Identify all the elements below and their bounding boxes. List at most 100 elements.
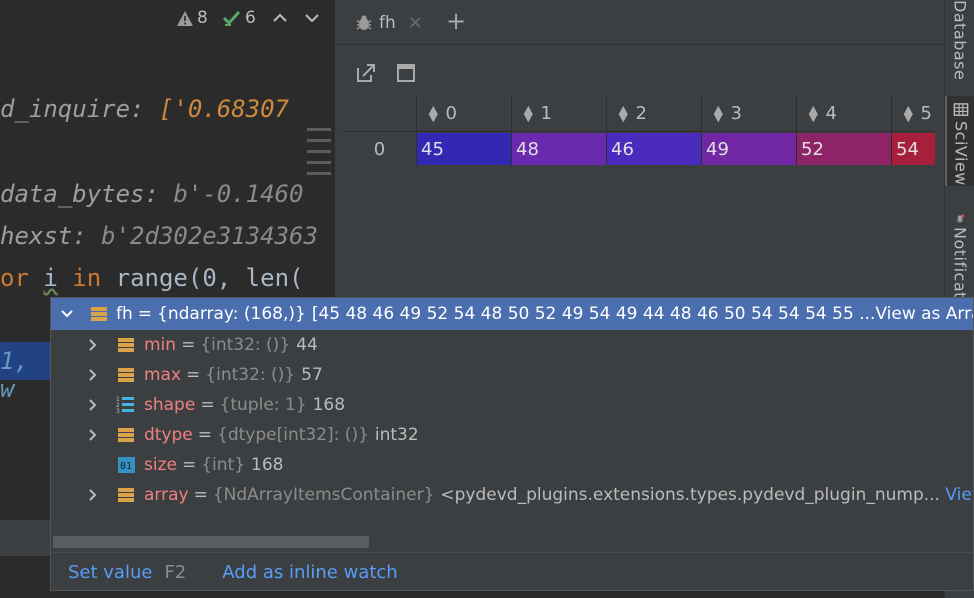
view-as-array-link[interactable]: View as Array [875,304,973,324]
open-in-editor-icon[interactable] [355,62,377,84]
view-link[interactable]: View [945,485,973,505]
check-icon [222,10,241,26]
expand-down-icon[interactable] [61,308,73,320]
column-header[interactable]: ▲ ▼ 5 [892,96,935,132]
code-bytes: b'2d302e3134363 [101,222,318,250]
equals-sign: = [137,304,153,324]
array-grid: ▲ ▼ 0 ▲ ▼ 1 ▲ ▼ 2 ▲ ▼ 3 ▲ ▼ 4 ▲ ▼ 5 0 45 48 46 49 52… [343,96,935,165]
code-variable: i [43,264,58,292]
set-value-link[interactable]: Set value [68,562,152,583]
variable-row-min[interactable]: min = {int32: ()} 44 [51,330,973,360]
next-highlight-icon[interactable] [304,11,320,25]
expand-right-icon[interactable] [87,369,99,381]
sciview-data-pane: fh × + ▲ ▼ 0 ▲ ▼ 1 ▲ ▼ 2 ▲ ▼ 3 ▲ ▼ 4 ▲ ▼ 5 0 45 48 4… [334,0,945,300]
variable-value: 57 [301,365,323,385]
equals-sign: = [193,485,208,505]
variable-value-popup: fh = {ndarray: (168,)} [45 48 46 49 52 54 4… [50,297,974,591]
add-tab-button[interactable]: + [446,9,466,33]
array-icon [118,428,134,442]
code-text: data_bytes: [0,180,159,208]
variable-row-dtype[interactable]: dtype = {dtype[int32]: ()} int32 [51,420,973,450]
window-layout-icon[interactable] [395,62,417,84]
warnings-indicator[interactable]: 8 [176,8,208,28]
data-toolbar [355,62,417,88]
sort-icon: ▲ ▼ [428,102,438,124]
code-line: data_bytes: b'-0.1460 [0,180,303,208]
variable-text: array = {NdArrayItemsContainer} <pydevd_plu… [144,485,973,505]
close-tab-icon[interactable]: × [408,12,423,33]
popup-footer: Set value F2 Add as inline watch [51,552,973,590]
code-keyword: in [72,264,102,292]
column-label: 1 [540,103,552,124]
column-header[interactable]: ▲ ▼ 1 [512,96,607,132]
table-icon [953,103,969,116]
column-header[interactable]: ▲ ▼ 4 [797,96,892,132]
variable-text: dtype = {dtype[int32]: ()} int32 [144,425,419,445]
debug-bug-icon [356,15,372,30]
variable-row-size[interactable]: 01 size = {int} 168 [51,450,973,480]
editor-bottom-strip [0,520,50,556]
warning-icon [177,10,193,26]
equals-sign: = [181,455,197,475]
expand-right-icon[interactable] [87,399,99,411]
grid-row: 0 45 48 46 49 52 54 [343,133,935,165]
grid-cell[interactable]: 48 [512,133,607,165]
variable-name: shape [144,395,196,415]
inspection-widget[interactable]: 8 6 [0,0,334,38]
variable-type: {ndarray: (168,)} [157,304,306,324]
column-label: 4 [825,103,837,124]
weak-warnings-indicator[interactable]: 6 [222,8,256,28]
code-keyword: or [0,264,29,292]
variable-row-array[interactable]: array = {NdArrayItemsContainer} <pydevd_plu… [51,480,973,510]
column-label: 3 [730,103,742,124]
expand-right-icon[interactable] [87,339,99,351]
tool-tab-label: Database [950,0,970,81]
tool-tab-label: SciView [951,121,971,186]
variable-type: {int32: ()} [200,335,291,355]
tool-tab-sciview[interactable]: SciView [945,96,974,186]
variable-type: {NdArrayItemsContainer} [212,485,435,505]
grid-cell[interactable]: 54 [892,133,935,165]
horizontal-scrollbar[interactable] [53,536,369,548]
variable-type: {int} [201,455,246,475]
variable-row-shape[interactable]: 1 2 3 shape = {tuple: 1} 168 [51,390,973,420]
code-bytes: b'-0.1460 [173,180,304,208]
column-header[interactable]: ▲ ▼ 3 [702,96,797,132]
variable-value: 44 [296,335,318,355]
expand-right-icon[interactable] [87,489,99,501]
column-header[interactable]: ▲ ▼ 2 [607,96,702,132]
variable-row-fh[interactable]: fh = {ndarray: (168,)} [45 48 46 49 52 54 4… [51,298,973,330]
grid-cell[interactable]: 52 [797,133,892,165]
tool-tab-database[interactable]: Database [945,0,974,80]
grid-cell[interactable]: 49 [702,133,797,165]
grid-cell[interactable]: 46 [607,133,702,165]
execution-line-highlight: 1, w [0,342,50,403]
variable-value: [45 48 46 49 52 54 48 50 52 49 54 49 44 … [311,304,876,324]
column-label: 2 [635,103,647,124]
warnings-count: 8 [197,8,208,28]
expand-right-icon[interactable] [87,429,99,441]
column-header[interactable]: ▲ ▼ 0 [417,96,512,132]
column-label: 5 [920,103,932,124]
grid-cell[interactable]: 45 [417,133,512,165]
tuple-list-icon: 1 2 3 [116,396,134,415]
variable-name: dtype [144,425,193,445]
set-value-shortcut: F2 [164,562,187,583]
add-inline-watch-link[interactable]: Add as inline watch [222,562,397,583]
data-tab-bar: fh × + [335,0,945,45]
variable-value: 168 [312,395,346,415]
tab-label: fh [379,12,396,33]
variable-text: min = {int32: ()} 44 [144,335,318,355]
tab-fh[interactable]: fh × [343,0,443,45]
code-text: range(0, len( [115,264,304,292]
variable-type: {int32: ()} [205,365,296,385]
equals-sign: = [197,425,213,445]
code-string: ['0.68307 [158,95,289,123]
code-line: hexst: b'2d302e3134363 [0,222,318,250]
variable-value: int32 [374,425,419,445]
variable-row-max[interactable]: max = {int32: ()} 57 [51,360,973,390]
variable-text: size = {int} 168 [144,455,283,475]
grid-header-row: ▲ ▼ 0 ▲ ▼ 1 ▲ ▼ 2 ▲ ▼ 3 ▲ ▼ 4 ▲ ▼ 5 [343,96,935,132]
row-header[interactable]: 0 [343,133,417,165]
previous-highlight-icon[interactable] [272,11,288,25]
